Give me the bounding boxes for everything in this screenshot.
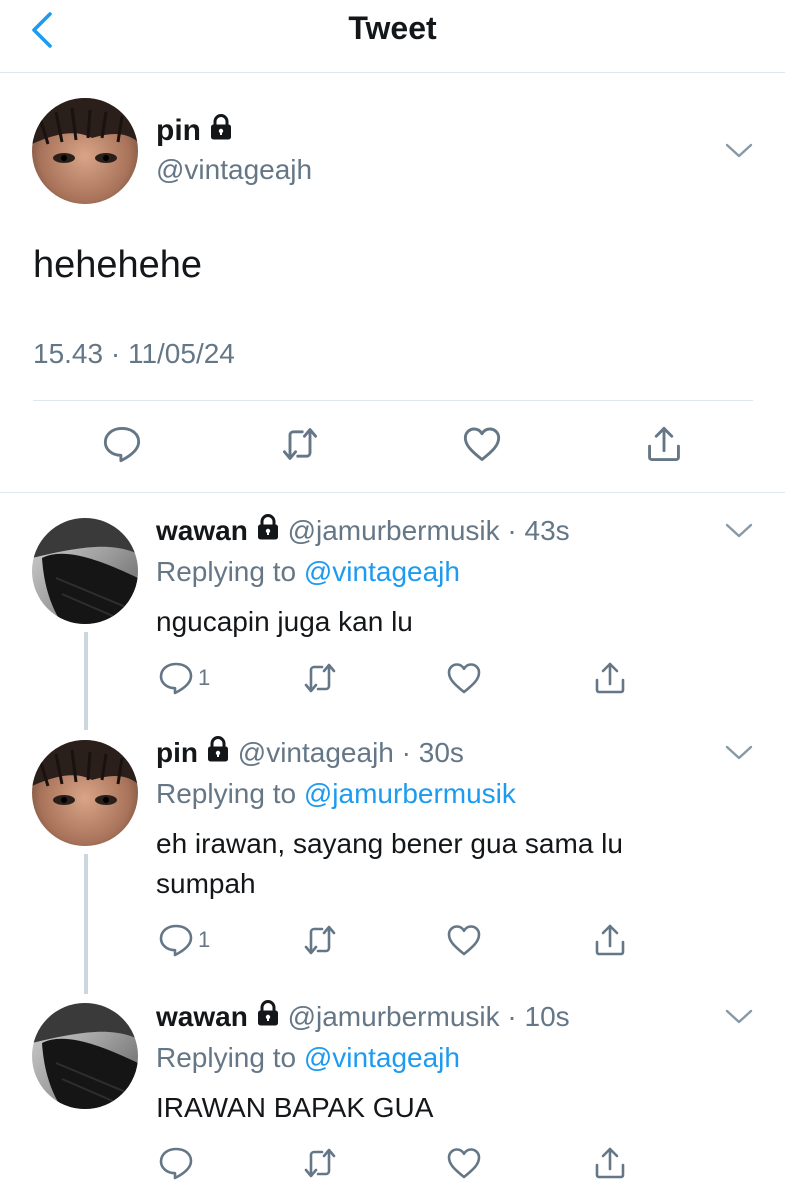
mention-link[interactable]: @vintageajh	[304, 556, 460, 587]
divider	[33, 400, 753, 401]
like-button[interactable]	[446, 660, 482, 696]
chevron-down-icon[interactable]	[724, 142, 754, 160]
reply-header: pin @vintageajh · 30s	[156, 736, 464, 769]
heart-icon	[446, 922, 482, 958]
reply-bubble-icon	[158, 922, 194, 958]
tweet-timestamp[interactable]: 15.43 · 11/05/24	[33, 338, 235, 370]
retweet-icon	[302, 922, 338, 958]
avatar[interactable]	[32, 740, 138, 846]
author-name[interactable]: pin	[156, 737, 198, 768]
replying-label: Replying to	[156, 1042, 297, 1073]
retweet-icon	[302, 660, 338, 696]
retweet-icon	[302, 1145, 338, 1181]
retweet-button[interactable]	[302, 1145, 338, 1181]
author-name[interactable]: pin	[156, 114, 233, 148]
mention-link[interactable]: @vintageajh	[304, 1042, 460, 1073]
share-icon	[592, 922, 628, 958]
reply-text: IRAWAN BAPAK GUA	[156, 1092, 434, 1123]
share-button[interactable]	[644, 424, 684, 464]
heart-icon	[446, 660, 482, 696]
reply-time: · 43s	[507, 515, 570, 546]
avatar[interactable]	[32, 1003, 138, 1109]
like-button[interactable]	[446, 1145, 482, 1181]
reply-text: eh irawan, sayang bener gua sama lu sump…	[156, 828, 623, 899]
share-button[interactable]	[592, 660, 628, 696]
divider	[0, 492, 785, 493]
replying-label: Replying to	[156, 778, 297, 809]
thread-line	[84, 632, 88, 730]
avatar[interactable]	[32, 518, 138, 624]
replying-to: Replying to @jamurbermusik	[156, 778, 516, 810]
author-name[interactable]: wawan	[156, 1001, 248, 1032]
reply-count: 1	[198, 665, 211, 690]
share-icon	[592, 1145, 628, 1181]
reply-bubble-icon	[158, 660, 194, 696]
reply-header: wawan @jamurbermusik · 10s	[156, 1000, 570, 1033]
reply-button[interactable]	[158, 1145, 198, 1181]
lock-icon	[256, 1000, 280, 1026]
thread-line	[84, 854, 88, 994]
replying-to: Replying to @vintageajh	[156, 556, 460, 588]
like-button[interactable]	[462, 424, 502, 464]
lock-icon	[206, 736, 230, 762]
chevron-down-icon[interactable]	[724, 1008, 754, 1026]
retweet-icon	[280, 424, 320, 464]
replying-to: Replying to @vintageajh	[156, 1042, 460, 1074]
reply-bubble-icon	[158, 1145, 194, 1181]
tweet-text: hehehehe	[33, 244, 203, 286]
mention-link[interactable]: @jamurbermusik	[304, 778, 516, 809]
reply-text: ngucapin juga kan lu	[156, 606, 413, 637]
retweet-button[interactable]	[302, 922, 338, 958]
author-handle[interactable]: @jamurbermusik	[288, 1001, 500, 1032]
page-title: Tweet	[348, 10, 437, 46]
share-button[interactable]	[592, 1145, 628, 1181]
author-handle[interactable]: @jamurbermusik	[288, 515, 500, 546]
share-icon	[644, 424, 684, 464]
author-name-text: pin	[156, 114, 201, 147]
lock-icon	[256, 514, 280, 540]
author-name[interactable]: wawan	[156, 515, 248, 546]
chevron-down-icon[interactable]	[724, 522, 754, 540]
author-handle[interactable]: @vintageajh	[156, 154, 312, 186]
heart-icon	[446, 1145, 482, 1181]
heart-icon	[462, 424, 502, 464]
reply-time: · 30s	[401, 737, 464, 768]
top-bar: Tweet	[0, 0, 785, 73]
reply-count: 1	[198, 927, 211, 952]
replying-label: Replying to	[156, 556, 297, 587]
lock-icon	[209, 114, 233, 140]
reply-time: · 10s	[507, 1001, 570, 1032]
retweet-button[interactable]	[280, 424, 320, 464]
author-handle[interactable]: @vintageajh	[238, 737, 394, 768]
share-icon	[592, 660, 628, 696]
like-button[interactable]	[446, 922, 482, 958]
chevron-down-icon[interactable]	[724, 744, 754, 762]
reply-button[interactable]: 1	[158, 660, 210, 696]
retweet-button[interactable]	[302, 660, 338, 696]
share-button[interactable]	[592, 922, 628, 958]
reply-button[interactable]	[102, 424, 142, 464]
reply-header: wawan @jamurbermusik · 43s	[156, 514, 570, 547]
avatar[interactable]	[32, 98, 138, 204]
reply-button[interactable]: 1	[158, 922, 210, 958]
reply-bubble-icon	[102, 424, 142, 464]
